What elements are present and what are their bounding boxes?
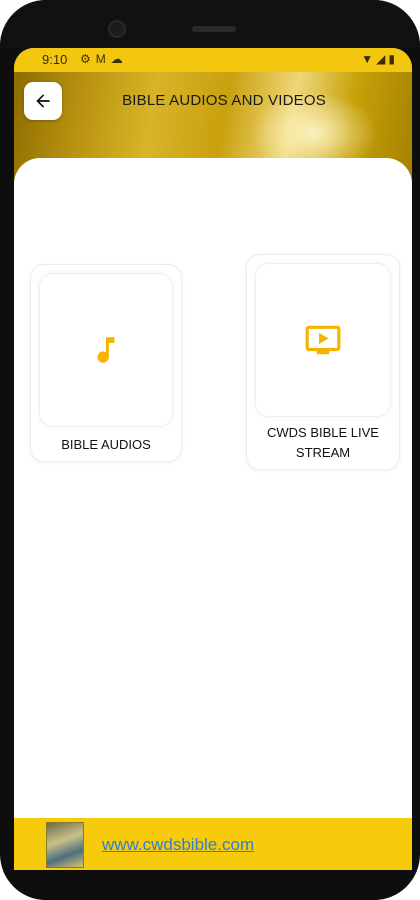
back-button[interactable] <box>24 82 62 120</box>
phone-top-bezel <box>0 0 420 48</box>
cloud-icon: ☁ <box>110 52 128 66</box>
website-link[interactable]: www.cwdsbible.com <box>102 835 254 855</box>
tv-play-icon <box>305 325 341 355</box>
music-note-icon <box>97 337 115 363</box>
live-stream-icon-tile[interactable] <box>255 263 391 417</box>
cwds-logo-image <box>46 822 84 868</box>
status-system-icons: ▼◢▮ <box>361 52 398 66</box>
page-title: BIBLE AUDIOS AND VIDEOS <box>122 92 326 109</box>
phone-bottom-bezel <box>0 870 420 900</box>
status-time: 9:10 <box>42 52 68 67</box>
wifi-icon: ▼ <box>361 52 377 66</box>
bible-audios-label: BIBLE AUDIOS <box>61 437 151 452</box>
phone-frame: 9:10 ⚙M☁ ▼◢▮ BIBLE AUDIOS AND VIDEOS BIB… <box>0 0 420 900</box>
signal-icon: ◢ <box>376 52 389 66</box>
status-notification-icons: ⚙M☁ <box>80 52 128 66</box>
gear-icon: ⚙ <box>80 52 96 66</box>
main-content: BIBLE AUDIOS CWDS BIBLE LIVE STREAM <box>14 158 412 818</box>
bible-audios-icon-tile[interactable] <box>39 273 173 427</box>
front-camera <box>108 20 126 38</box>
app-screen: 9:10 ⚙M☁ ▼◢▮ BIBLE AUDIOS AND VIDEOS BIB… <box>14 48 412 870</box>
gmail-icon: M <box>95 52 111 66</box>
status-bar: 9:10 ⚙M☁ ▼◢▮ <box>14 48 412 72</box>
live-stream-card[interactable]: CWDS BIBLE LIVE STREAM <box>246 254 400 470</box>
live-stream-label: CWDS BIBLE LIVE STREAM <box>267 425 379 460</box>
footer-banner: www.cwdsbible.com <box>14 818 412 870</box>
earpiece-speaker <box>192 26 236 32</box>
arrow-left-icon <box>36 94 50 108</box>
bible-audios-card[interactable]: BIBLE AUDIOS <box>30 264 182 462</box>
battery-icon: ▮ <box>388 52 398 66</box>
